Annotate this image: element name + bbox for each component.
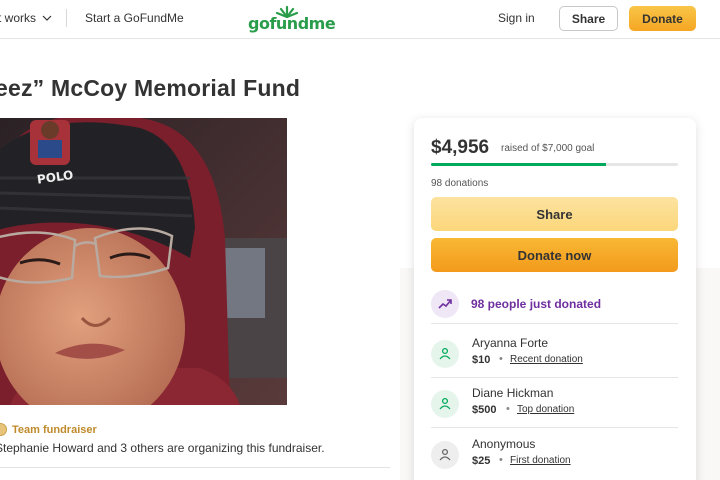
gofundme-logo[interactable]: gofundme [248, 4, 336, 34]
page-title: eez” McCoy Memorial Fund [0, 75, 301, 101]
trend-text: 98 people just donated [471, 297, 602, 311]
donor-amount: $25 [472, 455, 491, 467]
bullet-separator: • [499, 454, 503, 466]
team-fundraiser-row: Team fundraiser [0, 423, 97, 436]
donor-tag-link[interactable]: Top donation [517, 404, 574, 415]
donor-amount: $10 [472, 354, 491, 366]
progress-bar [431, 163, 678, 166]
donor-amount: $500 [472, 404, 497, 416]
donor-tag-link[interactable]: First donation [510, 455, 571, 466]
chevron-down-icon [42, 15, 52, 21]
team-icon [0, 423, 7, 436]
donor-row: Aryanna Forte $10 • Recent donation [431, 334, 678, 374]
donor-tag-link[interactable]: Recent donation [510, 354, 583, 365]
bullet-separator: • [506, 403, 510, 415]
donate-button-header[interactable]: Donate [629, 6, 696, 31]
how-it-works-menu[interactable]: t works [0, 11, 52, 25]
divider [431, 377, 678, 378]
logo-text: gofundme [248, 14, 336, 33]
progress-fill [431, 163, 606, 166]
donor-name: Aryanna Forte [472, 336, 549, 350]
divider [431, 427, 678, 428]
start-gofundme-link[interactable]: Start a GoFundMe [85, 11, 184, 25]
team-fundraiser-label: Team fundraiser [12, 423, 97, 436]
donate-now-button[interactable]: Donate now [431, 238, 678, 272]
campaign-photo[interactable]: POLO [0, 118, 287, 405]
top-header: t works Start a GoFundMe gofundme Sign i… [0, 0, 720, 39]
how-it-works-label: t works [0, 11, 37, 25]
share-button-header[interactable]: Share [559, 6, 618, 31]
donor-heart-icon [431, 390, 459, 418]
sign-in-link[interactable]: Sign in [498, 11, 535, 25]
goal-text: raised of $7,000 goal [501, 143, 595, 154]
share-button[interactable]: Share [431, 197, 678, 231]
donations-count: 98 donations [431, 178, 489, 189]
organizer-text: Stephanie Howard and 3 others are organi… [0, 441, 325, 455]
trending-up-icon [431, 290, 459, 318]
section-divider [0, 467, 390, 468]
nav-divider [66, 9, 67, 27]
donor-heart-icon [431, 441, 459, 469]
portrait-illustration: POLO [0, 118, 287, 405]
donor-row: Anonymous $25 • First donation [431, 435, 678, 475]
donor-row: Diane Hickman $500 • Top donation [431, 384, 678, 424]
raised-amount: $4,956 [431, 137, 490, 158]
bullet-separator: • [499, 353, 503, 365]
divider [431, 323, 678, 324]
donor-name: Anonymous [472, 437, 536, 451]
donor-heart-icon [431, 340, 459, 368]
trend-row[interactable]: 98 people just donated [431, 284, 678, 324]
donation-card: $4,956 raised of $7,000 goal 98 donation… [414, 118, 696, 480]
donor-name: Diane Hickman [472, 386, 554, 400]
